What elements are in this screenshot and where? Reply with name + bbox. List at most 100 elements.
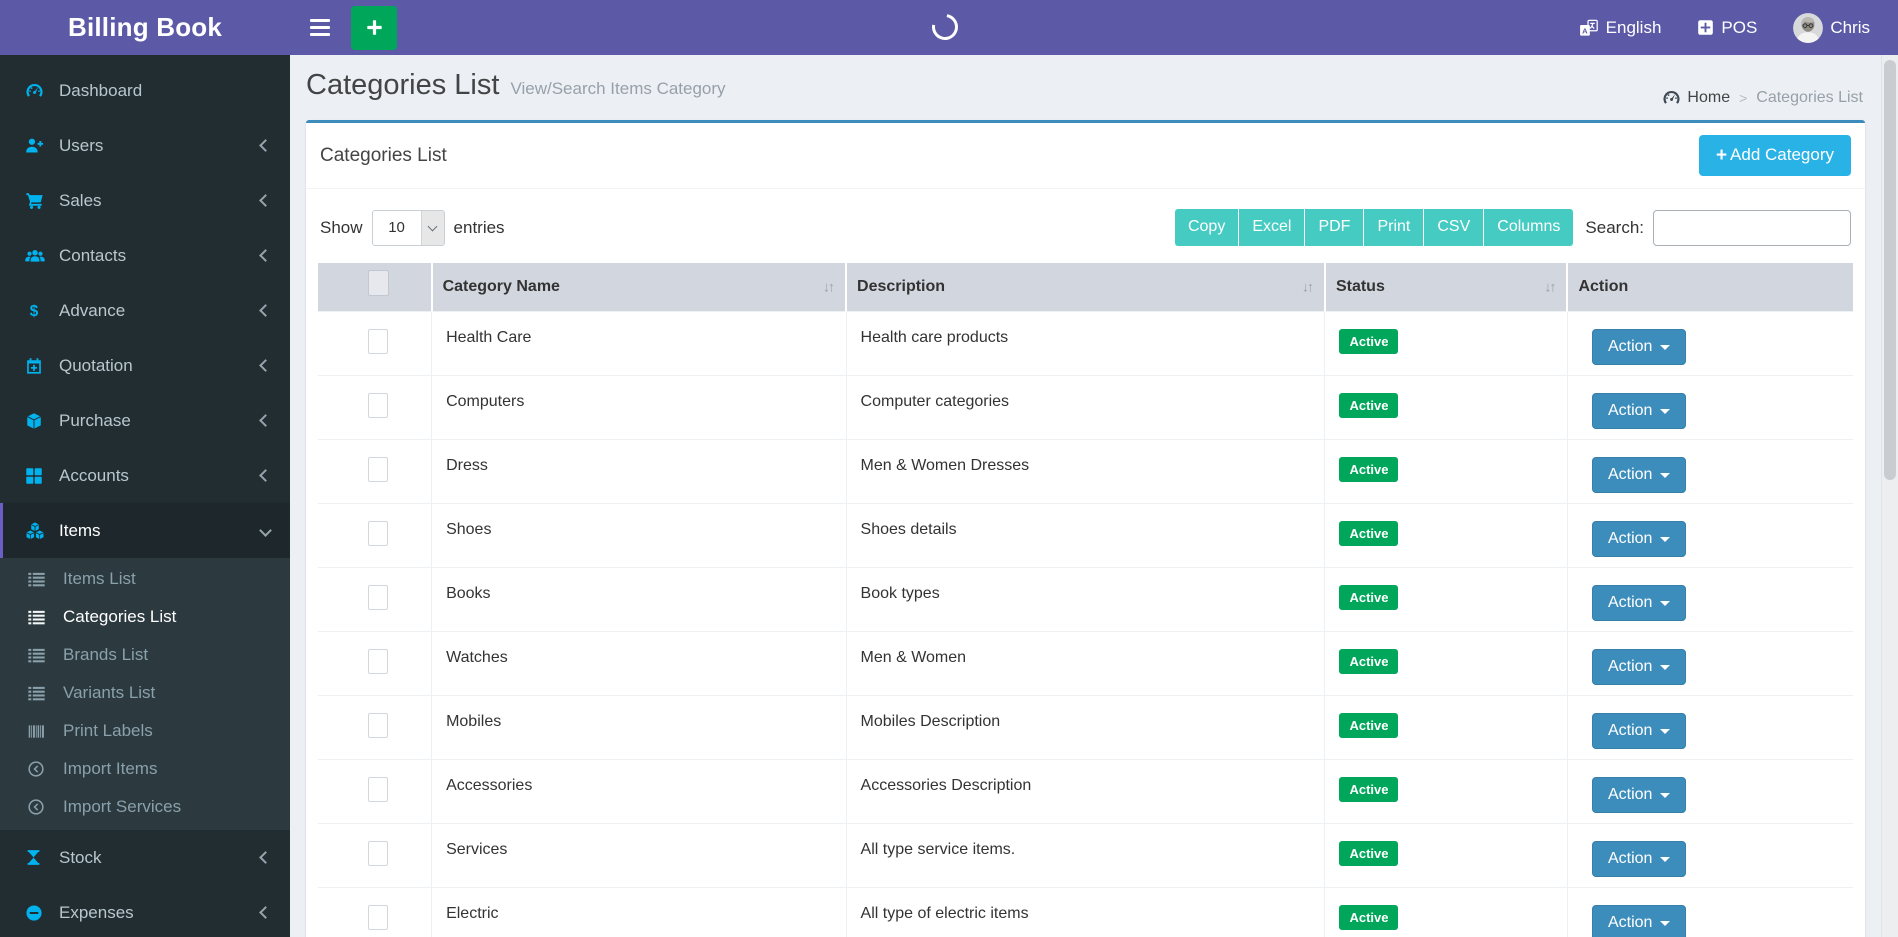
- breadcrumb-home-link[interactable]: Home: [1662, 88, 1730, 107]
- caret-down-icon: [1660, 409, 1670, 414]
- action-dropdown-button[interactable]: Action: [1592, 521, 1686, 557]
- breadcrumb-separator: >: [1739, 90, 1747, 106]
- table-row: AccessoriesAccessories DescriptionActive…: [318, 760, 1853, 824]
- scrollbar[interactable]: [1881, 55, 1898, 937]
- action-dropdown-button[interactable]: Action: [1592, 393, 1686, 429]
- row-checkbox[interactable]: [368, 457, 388, 482]
- table-row: ShoesShoes detailsActiveAction: [318, 504, 1853, 568]
- sidebar-item-purchase[interactable]: Purchase: [0, 393, 290, 448]
- select-all-checkbox[interactable]: [368, 270, 389, 296]
- table-row: DressMen & Women DressesActiveAction: [318, 440, 1853, 504]
- row-checkbox[interactable]: [368, 841, 388, 866]
- language-icon: A: [1579, 19, 1599, 37]
- scrollbar-thumb[interactable]: [1884, 60, 1896, 480]
- search-input[interactable]: [1653, 210, 1851, 246]
- sidebar-item-advance[interactable]: $ Advance: [0, 283, 290, 338]
- export-copy-button[interactable]: Copy: [1175, 209, 1239, 246]
- sidebar-subitem-brands-list[interactable]: Brands List: [0, 636, 290, 674]
- action-dropdown-button[interactable]: Action: [1592, 777, 1686, 813]
- sidebar-subitem-import-items[interactable]: Import Items: [0, 750, 290, 788]
- export-buttons: CopyExcelPDFPrintCSVColumns: [1175, 209, 1573, 246]
- column-header-description[interactable]: Description↓↑: [846, 263, 1325, 312]
- sidebar-item-label: Items: [59, 521, 101, 541]
- sidebar-item-dashboard[interactable]: Dashboard: [0, 63, 290, 118]
- topbar: Billing Book A English POS Chris: [0, 0, 1898, 55]
- action-dropdown-button[interactable]: Action: [1592, 329, 1686, 365]
- row-checkbox[interactable]: [368, 713, 388, 738]
- calendar-plus-icon: [25, 357, 49, 375]
- sidebar-subitem-categories-list[interactable]: Categories List: [0, 598, 290, 636]
- export-csv-button[interactable]: CSV: [1424, 209, 1484, 246]
- content-header: Categories List View/Search Items Catego…: [306, 55, 1865, 120]
- app-logo[interactable]: Billing Book: [0, 0, 290, 55]
- chevron-left-icon: [259, 249, 272, 262]
- sidebar-item-label: Advance: [59, 301, 125, 321]
- chevron-left-icon: [259, 851, 272, 864]
- sidebar-item-sales[interactable]: Sales: [0, 173, 290, 228]
- status-badge: Active: [1339, 777, 1398, 802]
- language-selector[interactable]: A English: [1579, 18, 1662, 38]
- row-checkbox[interactable]: [368, 521, 388, 546]
- dashboard-icon: [1662, 88, 1681, 107]
- sidebar: DashboardUsersSalesContacts $ Advance Quota…: [0, 55, 290, 937]
- caret-down-icon: [1660, 793, 1670, 798]
- plus-square-icon: [1697, 19, 1714, 36]
- column-header-status[interactable]: Status↓↑: [1325, 263, 1568, 312]
- sidebar-item-stock[interactable]: Stock: [0, 830, 290, 885]
- sidebar-item-quotation[interactable]: Quotation: [0, 338, 290, 393]
- sidebar-item-accounts[interactable]: Accounts: [0, 448, 290, 503]
- user-plus-icon: [25, 136, 49, 155]
- column-header-category-name[interactable]: Category Name↓↑: [432, 263, 846, 312]
- add-category-button[interactable]: + Add Category: [1699, 135, 1851, 176]
- export-excel-button[interactable]: Excel: [1239, 209, 1305, 246]
- sidebar-item-contacts[interactable]: Contacts: [0, 228, 290, 283]
- caret-down-icon: [1660, 345, 1670, 350]
- export-columns-button[interactable]: Columns: [1484, 209, 1573, 246]
- row-checkbox[interactable]: [368, 393, 388, 418]
- category-name-cell: Shoes: [432, 504, 846, 568]
- row-checkbox[interactable]: [368, 329, 388, 354]
- user-menu[interactable]: Chris: [1793, 13, 1870, 43]
- status-badge: Active: [1339, 905, 1398, 930]
- sidebar-item-users[interactable]: Users: [0, 118, 290, 173]
- table-row: WatchesMen & WomenActiveAction: [318, 632, 1853, 696]
- description-cell: Computer categories: [846, 376, 1325, 440]
- row-checkbox[interactable]: [368, 585, 388, 610]
- column-header-checkbox: [318, 263, 432, 312]
- sidebar-subitem-print-labels[interactable]: Print Labels: [0, 712, 290, 750]
- list-icon: [27, 684, 53, 703]
- sort-icon[interactable]: ↓↑: [823, 279, 833, 295]
- sidebar-toggle-button[interactable]: [298, 5, 342, 50]
- table-row: Health CareHealth care productsActiveAct…: [318, 312, 1853, 376]
- caret-down-icon: [1660, 921, 1670, 926]
- quick-add-button[interactable]: [351, 6, 397, 50]
- breadcrumb: Home > Categories List: [1662, 88, 1863, 107]
- sidebar-subitem-items-list[interactable]: Items List: [0, 560, 290, 598]
- grid-icon: [25, 467, 49, 485]
- sidebar-subitem-import-services[interactable]: Import Services: [0, 788, 290, 826]
- export-print-button[interactable]: Print: [1364, 209, 1424, 246]
- sidebar-item-items[interactable]: Items: [0, 503, 290, 558]
- row-checkbox[interactable]: [368, 777, 388, 802]
- plus-icon: +: [1716, 147, 1727, 164]
- chevron-left-icon: [259, 906, 272, 919]
- action-dropdown-button[interactable]: Action: [1592, 905, 1686, 937]
- sidebar-subitem-variants-list[interactable]: Variants List: [0, 674, 290, 712]
- sidebar-submenu-items: Items ListCategories ListBrands ListVari…: [0, 558, 290, 830]
- action-dropdown-button[interactable]: Action: [1592, 457, 1686, 493]
- export-pdf-button[interactable]: PDF: [1305, 209, 1364, 246]
- action-dropdown-button[interactable]: Action: [1592, 713, 1686, 749]
- sort-icon[interactable]: ↓↑: [1302, 279, 1312, 295]
- action-dropdown-button[interactable]: Action: [1592, 841, 1686, 877]
- action-dropdown-button[interactable]: Action: [1592, 649, 1686, 685]
- pos-button[interactable]: POS: [1697, 18, 1757, 38]
- row-checkbox[interactable]: [368, 649, 388, 674]
- page-size-select[interactable]: 10: [372, 210, 445, 246]
- sort-icon[interactable]: ↓↑: [1544, 279, 1554, 295]
- sidebar-item-expenses[interactable]: Expenses: [0, 885, 290, 937]
- dollar-icon: $: [25, 302, 49, 320]
- hourglass-icon: [25, 849, 49, 866]
- row-checkbox[interactable]: [368, 905, 388, 930]
- action-dropdown-button[interactable]: Action: [1592, 585, 1686, 621]
- category-name-cell: Accessories: [432, 760, 846, 824]
